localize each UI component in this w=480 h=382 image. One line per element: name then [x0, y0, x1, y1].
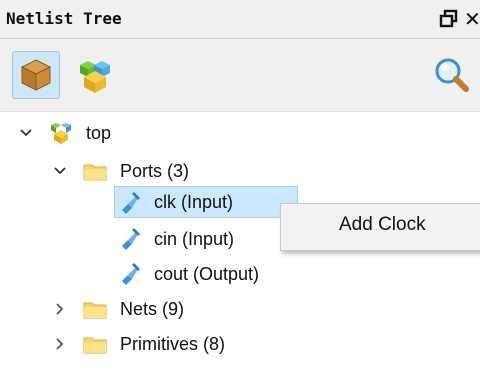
folder-icon — [82, 298, 108, 320]
close-button[interactable]: ✕ — [464, 7, 480, 31]
chevron-down-icon[interactable] — [18, 125, 34, 141]
menu-item-add-clock[interactable]: Add Clock — [339, 214, 426, 236]
port-icon — [118, 190, 142, 214]
tree-node-cout[interactable]: cout (Output) — [154, 258, 259, 290]
tree-node-ports[interactable]: Ports (3) — [120, 155, 189, 187]
restore-button[interactable] — [438, 8, 460, 30]
tree-node-nets[interactable]: Nets (9) — [120, 293, 184, 325]
context-menu: Add Clock — [280, 203, 480, 251]
multi-box-button[interactable] — [72, 51, 120, 99]
toolbar — [0, 39, 480, 112]
chevron-down-icon[interactable] — [52, 163, 68, 179]
chevron-right-icon[interactable] — [52, 336, 68, 352]
port-icon — [118, 261, 142, 285]
box-icon — [20, 59, 52, 91]
folder-icon — [82, 333, 108, 355]
tree-node-primitives[interactable]: Primitives (8) — [120, 328, 225, 360]
top-node-icon — [48, 120, 74, 146]
panel-titlebar: Netlist Tree ✕ — [0, 0, 480, 39]
magnifier-icon — [435, 58, 469, 92]
search-button[interactable] — [428, 51, 476, 99]
multi-box-icon — [80, 61, 110, 93]
single-box-button[interactable] — [12, 51, 60, 99]
tree-node-cin[interactable]: cin (Input) — [154, 223, 234, 255]
tree-node-clk[interactable]: clk (Input) — [154, 186, 233, 218]
restore-window-icon — [439, 9, 458, 28]
chevron-right-icon[interactable] — [52, 301, 68, 317]
panel-title: Netlist Tree — [6, 9, 122, 28]
tree-node-top[interactable]: top — [86, 117, 111, 149]
folder-icon — [82, 160, 108, 182]
port-icon — [118, 226, 142, 250]
